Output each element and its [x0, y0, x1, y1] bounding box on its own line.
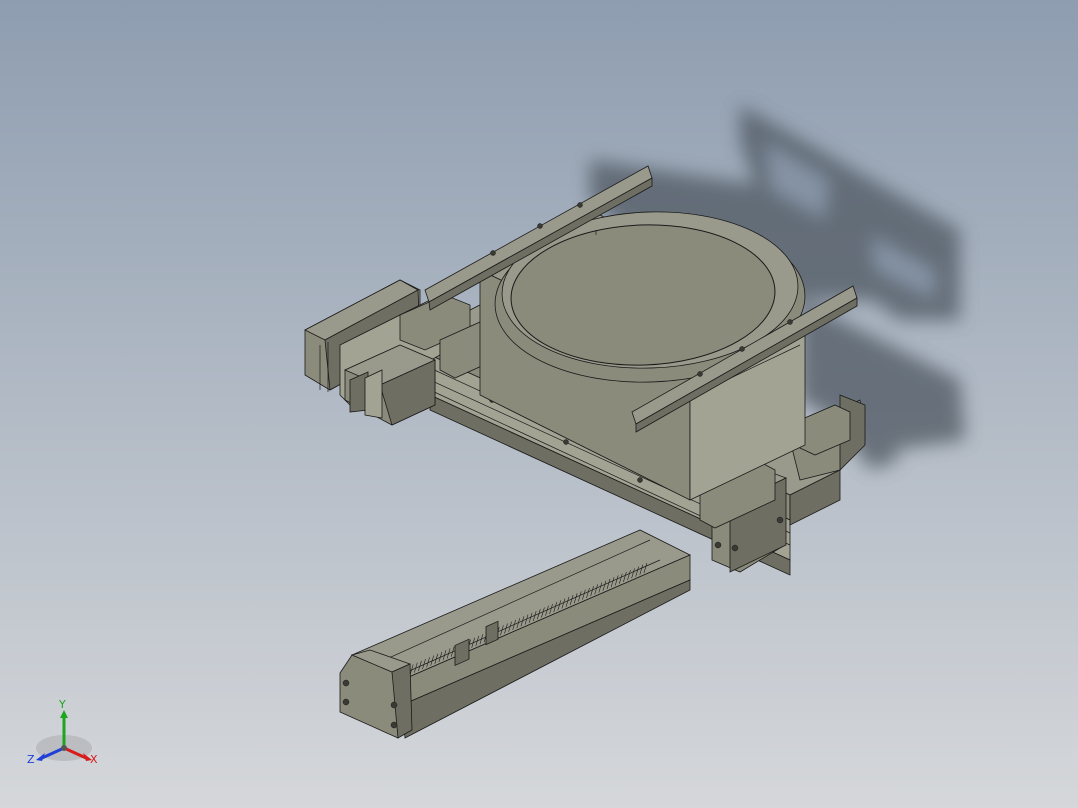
triad-z-label: Z — [27, 753, 35, 766]
graphics-viewport[interactable]: Y X Z — [0, 0, 1078, 808]
triad-y-label: Y — [58, 698, 66, 711]
triad-origin — [61, 745, 67, 751]
model-canvas[interactable]: Y X Z — [0, 0, 1078, 808]
triad-x-label: X — [90, 753, 98, 766]
